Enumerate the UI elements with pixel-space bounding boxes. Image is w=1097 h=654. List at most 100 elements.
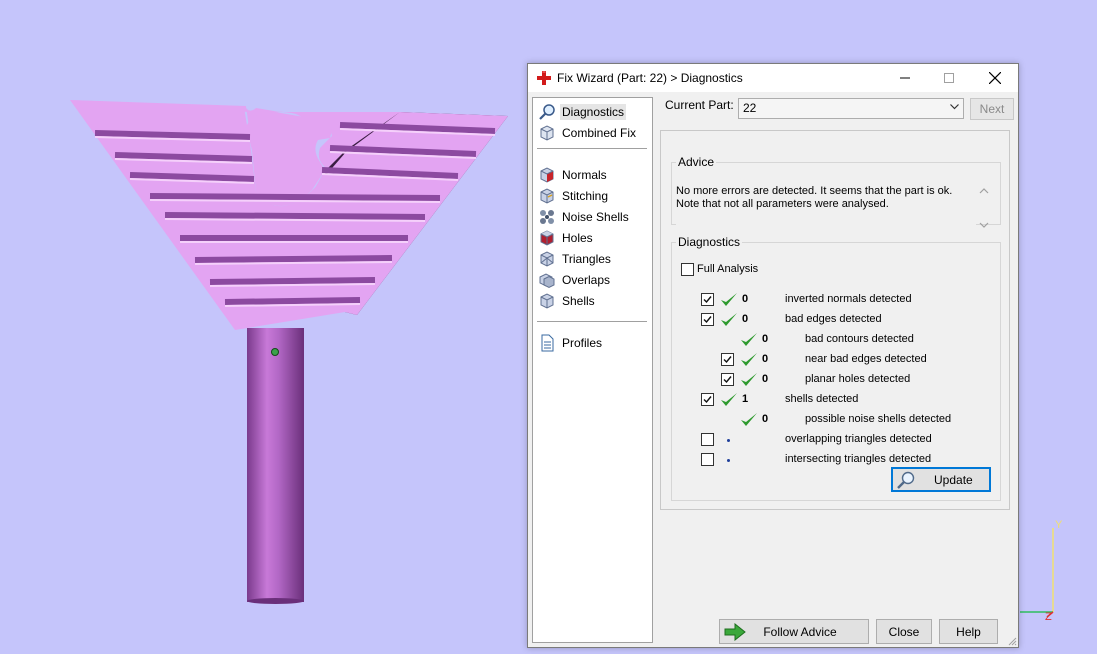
- diagnostic-label: planar holes detected: [805, 373, 911, 385]
- nav-label: Shells: [562, 293, 595, 308]
- current-part-value: 22: [743, 101, 757, 115]
- diagnostics-legend: Diagnostics: [678, 235, 741, 249]
- nav-label: Overlaps: [562, 272, 611, 287]
- current-part-select[interactable]: 22: [738, 98, 964, 119]
- follow-advice-label: Follow Advice: [763, 624, 837, 639]
- diagnostic-checkbox[interactable]: [701, 453, 714, 466]
- diagnostic-count: 0: [762, 413, 769, 425]
- full-analysis-label: Full Analysis: [697, 263, 759, 275]
- not-analysed-dot-icon: [727, 439, 730, 442]
- nav-item-combined-fix[interactable]: Combined Fix: [538, 123, 648, 142]
- magnifier-icon: [539, 103, 555, 120]
- nav-label: Profiles: [562, 335, 603, 350]
- nav-item-holes[interactable]: Holes: [538, 228, 648, 247]
- diagnostic-checkbox[interactable]: [701, 313, 714, 326]
- green-check-icon: [741, 333, 757, 346]
- close-window-button[interactable]: [973, 64, 1017, 92]
- chevron-down-icon: [950, 104, 959, 110]
- diagnostics-panel: Advice No more errors are detected. It s…: [660, 130, 1010, 510]
- checkmark-icon: [703, 296, 712, 304]
- nav-label: Triangles: [562, 251, 611, 266]
- nav-item-stitching[interactable]: Stitching: [538, 186, 648, 205]
- nav-label: Normals: [562, 167, 607, 182]
- nav-label: Combined Fix: [562, 125, 637, 140]
- advice-scrollbar[interactable]: [976, 185, 992, 231]
- diagnostic-count: 1: [742, 393, 749, 405]
- update-button[interactable]: Update: [891, 467, 991, 492]
- diagnostic-checkbox[interactable]: [701, 293, 714, 306]
- checkmark-icon: [703, 316, 712, 324]
- close-icon: [989, 72, 1001, 84]
- advice-line: Note that not all parameters were analys…: [676, 198, 889, 210]
- diagnostic-label: overlapping triangles detected: [785, 433, 932, 445]
- shells-icon: [540, 292, 554, 309]
- diagnostics-group: Diagnostics Full Analysis 0 inverted norma…: [671, 235, 1001, 501]
- next-button[interactable]: Next: [970, 98, 1014, 120]
- cube-holes-icon: [540, 229, 554, 246]
- nav-label: Noise Shells: [562, 209, 629, 224]
- nav-item-shells[interactable]: Shells: [538, 291, 648, 310]
- noise-shells-icon: [540, 209, 554, 224]
- green-check-icon: [741, 373, 757, 386]
- title-bar[interactable]: Fix Wizard (Part: 22) > Diagnostics: [528, 64, 1018, 92]
- maximize-button[interactable]: [927, 64, 971, 92]
- arrow-right-icon: [724, 623, 746, 641]
- diagnostic-count: 0: [742, 313, 749, 325]
- triangles-icon: [540, 250, 554, 267]
- advice-legend: Advice: [678, 155, 715, 169]
- diagnostic-count: 0: [762, 353, 769, 365]
- diagnostic-checkbox[interactable]: [721, 373, 734, 386]
- axis-triad: Y Z: [1020, 519, 1063, 623]
- not-analysed-dot-icon: [727, 459, 730, 462]
- diagnostic-count: 0: [762, 333, 769, 345]
- nav-label: Holes: [562, 230, 593, 245]
- diagnostic-label: inverted normals detected: [785, 293, 912, 305]
- current-part-label: Current Part:: [665, 98, 734, 112]
- checkmark-icon: [723, 356, 732, 364]
- nav-item-profiles[interactable]: Profiles: [538, 333, 648, 352]
- diagnostic-count: 0: [762, 373, 769, 385]
- advice-text: No more errors are detected. It seems th…: [676, 185, 976, 229]
- diagnostic-label: possible noise shells detected: [805, 413, 952, 425]
- green-check-icon: [721, 393, 737, 406]
- diagnostic-label: bad edges detected: [785, 313, 882, 325]
- eagle-model: [70, 100, 508, 604]
- minimize-button[interactable]: [883, 64, 927, 92]
- full-analysis-checkbox[interactable]: [681, 263, 694, 276]
- axis-y-label: Y: [1055, 519, 1063, 531]
- help-button[interactable]: Help: [939, 619, 998, 644]
- green-check-icon: [721, 313, 737, 326]
- nav-item-triangles[interactable]: Triangles: [538, 249, 648, 268]
- diagnostic-checkbox[interactable]: [701, 393, 714, 406]
- dialog-title: Fix Wizard (Part: 22) > Diagnostics: [557, 71, 743, 85]
- follow-advice-button[interactable]: Follow Advice: [719, 619, 869, 644]
- nav-item-noise-shells[interactable]: Noise Shells: [538, 207, 648, 226]
- close-button[interactable]: Close: [876, 619, 932, 644]
- diagnostic-label: intersecting triangles detected: [785, 453, 932, 465]
- fix-wizard-dialog: Fix Wizard (Part: 22) > Diagnostics Diag…: [527, 63, 1019, 648]
- document-icon: [541, 334, 554, 351]
- minimize-icon: [900, 77, 910, 79]
- diagnostic-label: shells detected: [785, 393, 859, 405]
- diagnostic-checkbox[interactable]: [701, 433, 714, 446]
- checkmark-icon: [723, 376, 732, 384]
- nav-separator: [537, 148, 647, 149]
- axis-z-label: Z: [1045, 611, 1052, 623]
- nav-item-overlaps[interactable]: Overlaps: [538, 270, 648, 289]
- green-check-icon: [721, 293, 737, 306]
- nav-item-normals[interactable]: Normals: [538, 165, 648, 184]
- green-check-icon: [741, 413, 757, 426]
- diagnostic-count: 0: [742, 293, 749, 305]
- red-cross-icon: [537, 71, 551, 85]
- nav-label: Stitching: [562, 188, 609, 203]
- resize-grip-icon[interactable]: [1007, 636, 1017, 646]
- green-check-icon: [741, 353, 757, 366]
- update-label: Update: [934, 472, 973, 487]
- diagnostic-checkbox[interactable]: [721, 353, 734, 366]
- nav-item-diagnostics[interactable]: Diagnostics: [538, 102, 648, 121]
- fix-wizard-nav: Diagnostics Combined Fix Normals Stitchi…: [532, 97, 653, 643]
- cube-wire-icon: [540, 124, 554, 141]
- cube-stitch-icon: [540, 187, 554, 204]
- diagnostic-label: near bad edges detected: [805, 353, 927, 365]
- cube-red-face-icon: [540, 166, 554, 183]
